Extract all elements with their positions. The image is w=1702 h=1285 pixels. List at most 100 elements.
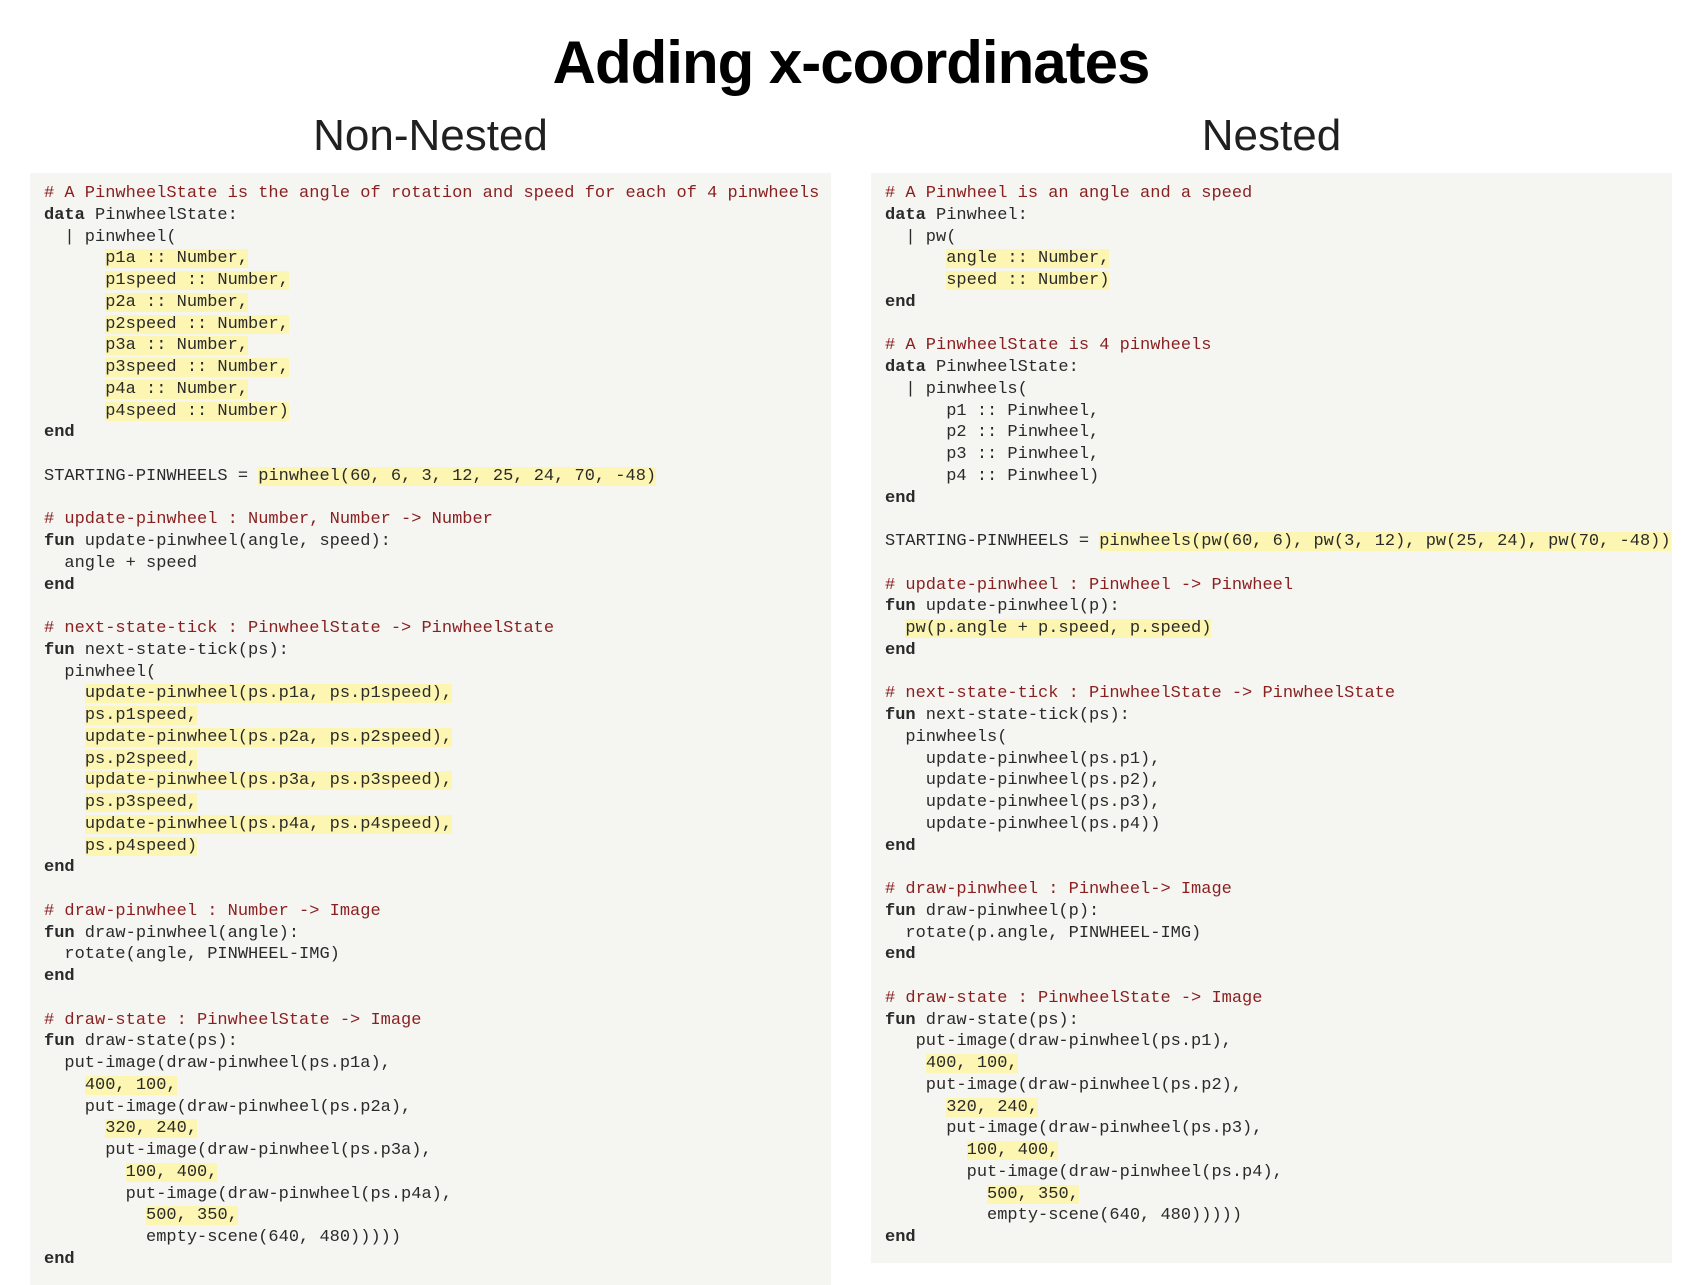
- code-line: ps.p3speed,: [44, 793, 197, 812]
- code-line: update-pinwheel(ps.p4)): [885, 815, 1160, 834]
- left-column: Non-Nested # A PinwheelState is the angl…: [30, 107, 831, 1285]
- code-highlight: ps.p4speed): [85, 837, 197, 856]
- code-text: [44, 1119, 105, 1138]
- code-line: # draw-state : PinwheelState -> Image: [44, 1011, 421, 1030]
- code-line: 400, 100,: [44, 1076, 177, 1095]
- code-highlight: p3speed :: Number,: [105, 358, 289, 377]
- code-text: put-image(draw-pinwheel(ps.p4),: [885, 1163, 1283, 1182]
- code-text: [44, 249, 105, 268]
- code-line: p2a :: Number,: [44, 293, 248, 312]
- code-line: put-image(draw-pinwheel(ps.p4a),: [44, 1185, 452, 1204]
- code-highlight: angle :: Number,: [946, 249, 1109, 268]
- code-line: p4speed :: Number): [44, 402, 289, 421]
- code-line: 400, 100,: [885, 1054, 1018, 1073]
- code-line: p1speed :: Number,: [44, 271, 289, 290]
- left-column-heading: Non-Nested: [30, 111, 831, 161]
- code-line: p4a :: Number,: [44, 380, 248, 399]
- code-text: pinwheel(: [44, 663, 156, 682]
- code-line: end: [885, 293, 916, 312]
- code-text: empty-scene(640, 480))))): [885, 1206, 1242, 1225]
- code-text: update-pinwheel(ps.p2),: [885, 771, 1160, 790]
- code-text: STARTING-PINWHEELS =: [885, 532, 1099, 551]
- code-text: p2 :: Pinwheel,: [885, 423, 1099, 442]
- code-text: [885, 1098, 946, 1117]
- code-text: [44, 1206, 146, 1225]
- code-line: | pinwheels(: [885, 380, 1028, 399]
- code-line: update-pinwheel(ps.p1a, ps.p1speed),: [44, 684, 452, 703]
- code-text: [44, 837, 85, 856]
- code-line: pinwheel(: [44, 663, 156, 682]
- code-line: p2speed :: Number,: [44, 315, 289, 334]
- right-column: Nested # A Pinwheel is an angle and a sp…: [871, 107, 1672, 1263]
- page-title: Adding x-coordinates: [0, 28, 1702, 97]
- code-highlight: ps.p3speed,: [85, 793, 197, 812]
- code-line: # draw-state : PinwheelState -> Image: [885, 989, 1262, 1008]
- code-line: end: [44, 858, 75, 877]
- code-line: fun next-state-tick(ps):: [885, 706, 1130, 725]
- code-text: [44, 402, 105, 421]
- code-line: empty-scene(640, 480))))): [885, 1206, 1242, 1225]
- code-line: rotate(angle, PINWHEEL-IMG): [44, 945, 340, 964]
- left-code-block: # A PinwheelState is the angle of rotati…: [30, 173, 831, 1285]
- code-text: [885, 1185, 987, 1204]
- code-text: rotate(p.angle, PINWHEEL-IMG): [885, 924, 1201, 943]
- code-text: [44, 1076, 85, 1095]
- code-line: p2 :: Pinwheel,: [885, 423, 1099, 442]
- columns: Non-Nested # A PinwheelState is the angl…: [0, 107, 1702, 1285]
- code-line: STARTING-PINWHEELS = pinwheel(60, 6, 3, …: [44, 467, 656, 486]
- code-highlight: pw(p.angle + p.speed, p.speed): [905, 619, 1211, 638]
- code-line: # next-state-tick : PinwheelState -> Pin…: [44, 619, 554, 638]
- code-text: | pw(: [885, 228, 956, 247]
- code-line: # A PinwheelState is the angle of rotati…: [44, 184, 819, 203]
- code-text: [885, 271, 946, 290]
- code-highlight: 400, 100,: [926, 1054, 1018, 1073]
- code-line: fun draw-pinwheel(angle):: [44, 924, 299, 943]
- code-line: # update-pinwheel : Pinwheel -> Pinwheel: [885, 576, 1293, 595]
- code-line: update-pinwheel(ps.p3),: [885, 793, 1160, 812]
- code-keyword: fun: [44, 924, 75, 943]
- code-line: put-image(draw-pinwheel(ps.p2a),: [44, 1098, 411, 1117]
- right-code-block: # A Pinwheel is an angle and a speed dat…: [871, 173, 1672, 1263]
- code-text: update-pinwheel(angle, speed):: [75, 532, 391, 551]
- code-text: [885, 249, 946, 268]
- code-highlight: p4speed :: Number): [105, 402, 289, 421]
- code-text: put-image(draw-pinwheel(ps.p1a),: [44, 1054, 391, 1073]
- code-line: put-image(draw-pinwheel(ps.p4),: [885, 1163, 1283, 1182]
- code-highlight: ps.p1speed,: [85, 706, 197, 725]
- code-keyword: end: [885, 489, 916, 508]
- code-keyword: fun: [44, 641, 75, 660]
- code-text: put-image(draw-pinwheel(ps.p2a),: [44, 1098, 411, 1117]
- code-keyword: fun: [885, 597, 916, 616]
- code-line: # draw-pinwheel : Pinwheel-> Image: [885, 880, 1232, 899]
- code-line: 100, 400,: [885, 1141, 1058, 1160]
- code-text: update-pinwheel(ps.p3),: [885, 793, 1160, 812]
- code-comment: # A PinwheelState is the angle of rotati…: [44, 184, 819, 203]
- code-text: PinwheelState:: [926, 358, 1079, 377]
- code-line: pw(p.angle + p.speed, p.speed): [885, 619, 1211, 638]
- code-line: | pinwheel(: [44, 228, 177, 247]
- code-text: put-image(draw-pinwheel(ps.p2),: [885, 1076, 1242, 1095]
- code-text: [44, 684, 85, 703]
- code-highlight: update-pinwheel(ps.p3a, ps.p3speed),: [85, 771, 452, 790]
- code-keyword: fun: [885, 902, 916, 921]
- code-text: [44, 336, 105, 355]
- code-line: ps.p1speed,: [44, 706, 197, 725]
- code-comment: # update-pinwheel : Pinwheel -> Pinwheel: [885, 576, 1293, 595]
- code-line: put-image(draw-pinwheel(ps.p3a),: [44, 1141, 432, 1160]
- code-highlight: 400, 100,: [85, 1076, 177, 1095]
- code-text: [885, 1054, 926, 1073]
- code-line: fun draw-state(ps):: [885, 1011, 1079, 1030]
- code-line: 100, 400,: [44, 1163, 217, 1182]
- code-keyword: end: [885, 293, 916, 312]
- code-line: update-pinwheel(ps.p2),: [885, 771, 1160, 790]
- code-text: | pinwheel(: [44, 228, 177, 247]
- code-line: # update-pinwheel : Number, Number -> Nu…: [44, 510, 493, 529]
- code-line: end: [885, 489, 916, 508]
- code-highlight: p1a :: Number,: [105, 249, 248, 268]
- code-text: STARTING-PINWHEELS =: [44, 467, 258, 486]
- code-keyword: data: [885, 358, 926, 377]
- code-line: data Pinwheel:: [885, 206, 1028, 225]
- code-highlight: speed :: Number): [946, 271, 1109, 290]
- code-text: put-image(draw-pinwheel(ps.p3),: [885, 1119, 1262, 1138]
- code-line: angle + speed: [44, 554, 197, 573]
